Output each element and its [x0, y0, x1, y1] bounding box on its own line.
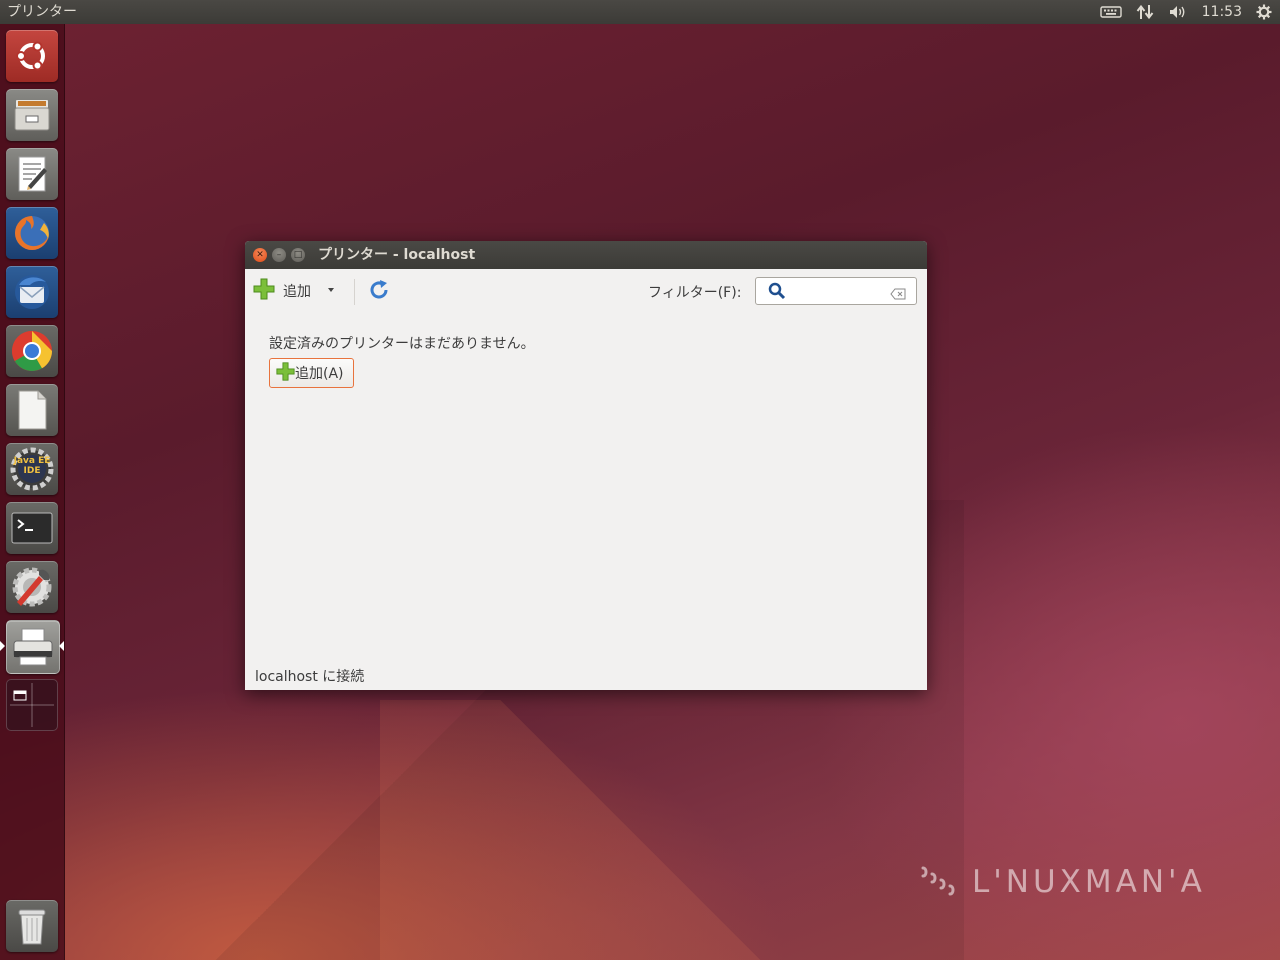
- firefox-icon[interactable]: [6, 207, 58, 259]
- search-icon: [768, 282, 786, 304]
- libreoffice-icon[interactable]: [6, 384, 58, 436]
- brand-text: L'NUXMAN'A: [972, 864, 1206, 900]
- status-bar: localhost に接続: [255, 669, 365, 685]
- files-icon[interactable]: [6, 89, 58, 141]
- text-editor-icon[interactable]: [6, 148, 58, 200]
- system-settings-icon[interactable]: [6, 561, 58, 613]
- active-app-title: プリンター: [7, 4, 77, 20]
- network-icon[interactable]: [1136, 0, 1154, 24]
- filter-label: フィルター(F):: [648, 285, 742, 301]
- launcher: Java EE IDE: [0, 24, 65, 960]
- refresh-icon[interactable]: [368, 279, 390, 305]
- close-button[interactable]: ✕: [253, 248, 267, 262]
- keyboard-icon[interactable]: [1099, 0, 1122, 24]
- ubuntu-dash-icon[interactable]: [6, 30, 58, 82]
- active-indicator: [59, 641, 64, 651]
- java-ide-label: Java EE: [13, 456, 51, 466]
- window-titlebar[interactable]: ✕ – □ プリンター - localhost: [245, 241, 927, 269]
- printer-window: ✕ – □ プリンター - localhost 追加 フィルター(F): 設定済…: [245, 241, 927, 690]
- active-indicator: [0, 641, 5, 651]
- thunderbird-icon[interactable]: [6, 266, 58, 318]
- toolbar-add-label: 追加: [283, 284, 311, 300]
- trash-icon[interactable]: [6, 900, 58, 952]
- add-icon: [276, 361, 295, 385]
- wallpaper-brand: L'NUXMAN'A: [918, 862, 1206, 902]
- brand-logo-icon: [918, 862, 958, 902]
- gear-icon[interactable]: [1256, 0, 1272, 24]
- maximize-button[interactable]: □: [291, 248, 305, 262]
- wallpaper-facet: [380, 700, 880, 960]
- top-panel: プリンター 11:53: [0, 0, 1280, 24]
- empty-message: 設定済みのプリンターはまだありません。: [269, 336, 535, 352]
- printer-icon[interactable]: [6, 620, 60, 674]
- add-printer-button[interactable]: 追加(A): [269, 358, 354, 388]
- clock[interactable]: 11:53: [1202, 0, 1242, 24]
- workspace-switcher-icon[interactable]: [6, 679, 58, 731]
- terminal-icon[interactable]: [6, 502, 58, 554]
- toolbar: 追加 フィルター(F):: [245, 269, 927, 313]
- java-ee-ide-icon[interactable]: Java EE IDE: [6, 443, 58, 495]
- indicator-area: 11:53: [1099, 0, 1272, 24]
- window-title: プリンター - localhost: [318, 247, 476, 263]
- minimize-button[interactable]: –: [272, 248, 286, 262]
- filter-input[interactable]: [755, 277, 917, 305]
- toolbar-add-button[interactable]: 追加: [253, 278, 311, 304]
- add-printer-button-label: 追加(A): [295, 366, 344, 382]
- clear-icon[interactable]: [890, 285, 906, 304]
- chrome-icon[interactable]: [6, 325, 58, 377]
- java-ide-label: IDE: [23, 466, 41, 476]
- toolbar-separator: [354, 279, 355, 305]
- add-icon: [253, 278, 275, 304]
- volume-icon[interactable]: [1168, 0, 1188, 24]
- chevron-down-icon[interactable]: [328, 288, 334, 292]
